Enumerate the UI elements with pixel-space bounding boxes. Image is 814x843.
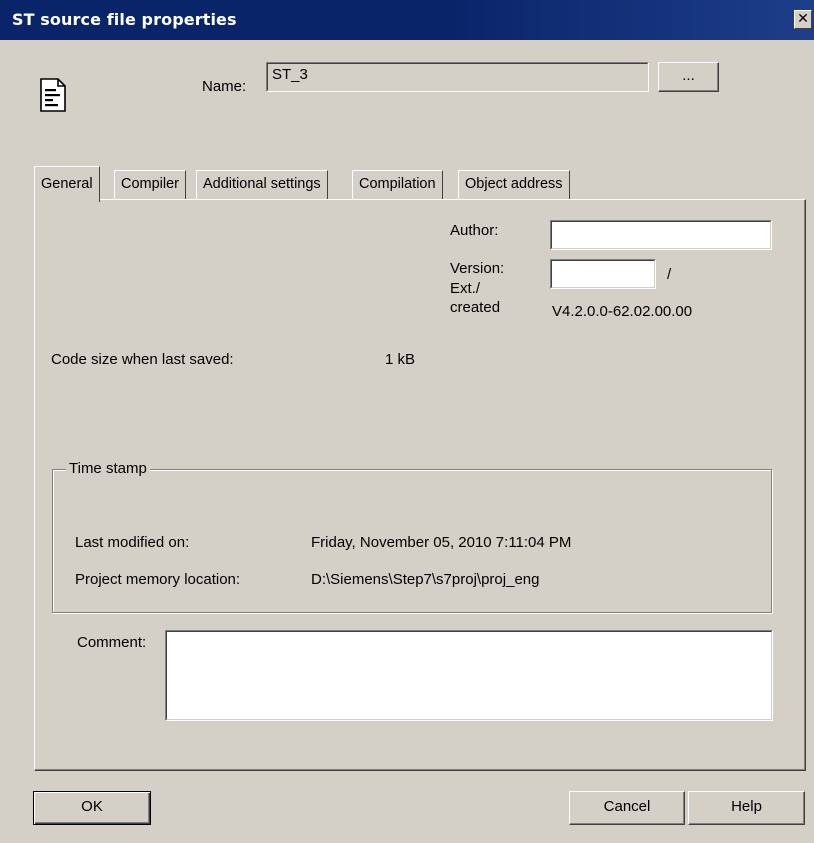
title-bar[interactable]: ST source file properties ✕	[0, 0, 814, 40]
ok-button[interactable]: OK	[33, 791, 151, 825]
memory-location-value: D:\Siemens\Step7\s7proj\proj_eng	[311, 571, 540, 588]
tab-additional-settings[interactable]: Additional settings	[196, 170, 328, 200]
cancel-button-label: Cancel	[603, 798, 651, 815]
memory-location-label: Project memory location:	[75, 571, 241, 588]
tab-compiler[interactable]: Compiler	[114, 170, 187, 200]
close-icon: ✕	[797, 11, 809, 27]
comment-label: Comment:	[77, 634, 147, 651]
author-label: Author:	[450, 222, 499, 239]
tab-general[interactable]: General	[34, 166, 100, 202]
window-title: ST source file properties	[12, 10, 237, 29]
version-separator: /	[667, 266, 672, 283]
help-button-label: Help	[731, 798, 762, 815]
name-value: ST_3	[272, 66, 308, 83]
cancel-button[interactable]: Cancel	[569, 791, 685, 825]
author-input[interactable]	[550, 220, 772, 250]
comment-textarea[interactable]	[165, 630, 773, 721]
time-stamp-legend: Time stamp	[66, 460, 150, 477]
last-modified-value: Friday, November 05, 2010 7:11:04 PM	[311, 534, 572, 551]
browse-button[interactable]: ...	[658, 62, 719, 92]
last-modified-label: Last modified on:	[75, 534, 190, 551]
browse-button-label: ...	[682, 67, 695, 84]
document-icon	[40, 78, 66, 112]
tab-additional-settings-label: Additional settings	[203, 176, 321, 192]
help-button[interactable]: Help	[688, 791, 805, 825]
name-field[interactable]: ST_3	[266, 62, 649, 92]
ext-created-value: V4.2.0.0-62.02.00.00	[552, 303, 693, 320]
ext-created-label-line1: Ext./	[450, 280, 481, 297]
tab-compiler-label: Compiler	[121, 176, 180, 192]
code-size-value: 1 kB	[385, 351, 416, 368]
tab-object-address-label: Object address	[465, 176, 563, 192]
version-label: Version:	[450, 260, 505, 277]
version-input[interactable]	[550, 259, 656, 289]
ok-button-label: OK	[81, 798, 103, 815]
tab-compilation[interactable]: Compilation	[352, 170, 443, 200]
tab-general-label: General	[41, 176, 93, 192]
code-size-label: Code size when last saved:	[51, 351, 234, 368]
name-label: Name:	[202, 78, 247, 95]
properties-dialog: ST source file properties ✕ Name: ST_3 .…	[0, 0, 814, 843]
close-button[interactable]: ✕	[794, 10, 812, 29]
ext-created-label-line2: created	[450, 299, 501, 316]
tab-object-address[interactable]: Object address	[458, 170, 570, 200]
tab-compilation-label: Compilation	[359, 176, 436, 192]
